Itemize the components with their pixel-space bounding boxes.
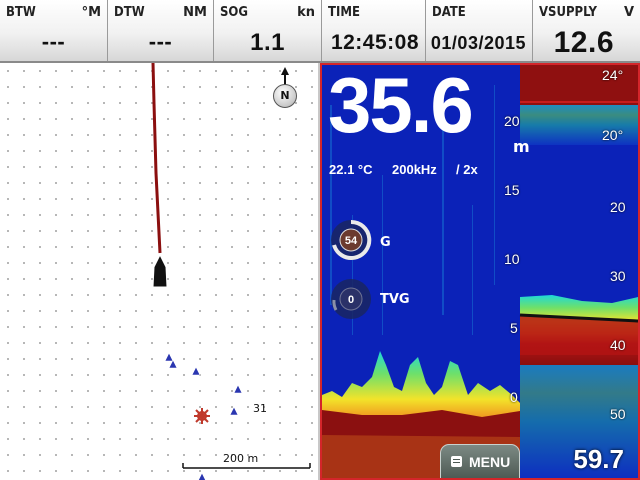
- date-value: 01/03/2015: [430, 33, 526, 53]
- navaid-icon: [198, 472, 206, 480]
- dtw-label: DTW: [114, 5, 145, 20]
- depth-scale-label: 20: [504, 113, 520, 129]
- temperature-scale-label: 24°: [602, 67, 624, 83]
- dtw-value: ---: [148, 29, 173, 54]
- vsupply-cell[interactable]: VSUPPLY V 12.6: [533, 0, 640, 61]
- time-cell[interactable]: TIME 12:45:08: [322, 0, 426, 61]
- vsupply-label: VSUPPLY: [539, 5, 598, 20]
- depth-unit: m: [513, 137, 530, 156]
- scale-label: 200 m: [223, 452, 259, 465]
- zoom-depth-label: 30: [610, 268, 626, 284]
- btw-cell[interactable]: BTW °M ---: [0, 0, 108, 61]
- menu-icon: [451, 456, 462, 467]
- sog-cell[interactable]: SOG kn 1.1: [214, 0, 322, 61]
- water-temperature: 22.1 °C: [329, 162, 373, 177]
- tvg-value: 0: [348, 294, 354, 306]
- date-cell[interactable]: DATE 01/03/2015: [426, 0, 533, 61]
- vessel-icon: [152, 253, 168, 288]
- data-bar: BTW °M --- DTW NM --- SOG kn 1.1 TIME 12…: [0, 0, 640, 63]
- tvg-label: TVG: [380, 292, 410, 307]
- navaid-icon: [233, 384, 243, 394]
- zoom-depth-label: 50: [610, 406, 626, 422]
- zoom-label: / 2x: [456, 162, 478, 177]
- zoom-depth-label: 20: [610, 199, 626, 215]
- time-label: TIME: [328, 5, 360, 20]
- sog-value: 1.1: [250, 29, 285, 56]
- dtw-cell[interactable]: DTW NM ---: [108, 0, 214, 61]
- temperature-scale-label: 20°: [602, 127, 624, 143]
- depth-scale-label: 10: [504, 251, 520, 267]
- sonar-pane[interactable]: 35.6 m 22.1 °C 200kHz / 2x 20 15 10 5 0 …: [320, 63, 640, 480]
- menu-button[interactable]: MENU: [440, 444, 520, 478]
- sog-label: SOG: [220, 5, 248, 20]
- gain-value: 54: [345, 235, 358, 247]
- chart-pane[interactable]: N 31 200 m: [0, 63, 318, 480]
- btw-unit: °M: [81, 5, 101, 20]
- zoom-depth-label: 40: [610, 337, 626, 353]
- navaid-icon: [229, 406, 239, 416]
- menu-label: MENU: [469, 454, 511, 470]
- vsupply-unit: V: [623, 5, 634, 20]
- depth-readout: 35.6: [328, 63, 474, 149]
- north-indicator[interactable]: N: [273, 84, 297, 108]
- vessel-track: [151, 63, 162, 254]
- gain-dial[interactable]: 54: [330, 219, 372, 261]
- gain-label: G: [380, 235, 391, 250]
- depth-scale-label: 5: [510, 320, 518, 336]
- chart-overlay: [151, 63, 311, 480]
- dtw-unit: NM: [183, 5, 207, 20]
- frequency-label: 200kHz: [392, 162, 437, 177]
- depth-scale-label: 15: [504, 182, 520, 198]
- bottom-readout: 59.7: [573, 444, 624, 474]
- navaid-icon: [164, 352, 174, 362]
- time-value: 12:45:08: [330, 31, 419, 54]
- date-label: DATE: [432, 5, 466, 20]
- navaid-icon: [191, 366, 201, 376]
- depth-scale-label: 0: [510, 389, 518, 405]
- wreck-icon: [194, 408, 210, 424]
- btw-value: ---: [41, 29, 66, 54]
- vsupply-value: 12.6: [553, 26, 614, 59]
- depth-sounding: 31: [253, 402, 267, 415]
- btw-label: BTW: [6, 5, 36, 20]
- tvg-dial[interactable]: 0: [330, 278, 372, 320]
- sog-unit: kn: [297, 5, 315, 20]
